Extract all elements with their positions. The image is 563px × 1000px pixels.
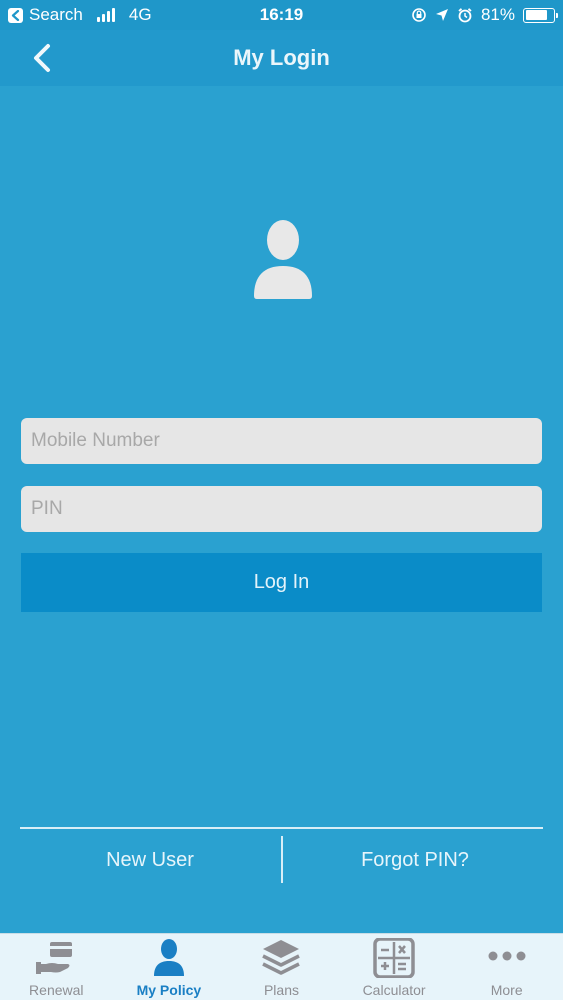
mobile-number-input[interactable]: [21, 418, 542, 464]
tab-calculator[interactable]: Calculator: [338, 934, 451, 1000]
tab-label: Calculator: [362, 982, 426, 998]
renewal-icon: [34, 938, 78, 978]
status-bar: Search 4G 16:19 81%: [0, 0, 563, 30]
calculator-icon: [372, 938, 416, 978]
links-separator: [281, 836, 283, 883]
links-divider: [20, 827, 543, 829]
back-to-app-icon[interactable]: [8, 7, 23, 23]
battery-percent: 81%: [480, 5, 515, 24]
back-to-app-label[interactable]: Search: [29, 5, 83, 25]
person-icon: [147, 938, 191, 978]
location-icon: [435, 9, 448, 21]
tab-label: Plans: [263, 982, 299, 998]
tab-plans[interactable]: Plans: [225, 934, 338, 1000]
rotation-lock-icon: [412, 8, 426, 22]
login-screen: Search 4G 16:19 81% My Login Mobile Numb…: [0, 0, 563, 1000]
alarm-icon: [458, 8, 472, 23]
tab-more[interactable]: More: [450, 934, 563, 1000]
back-button[interactable]: [30, 42, 56, 74]
new-user-link[interactable]: New User: [20, 838, 280, 882]
tab-label: More: [490, 982, 523, 998]
tab-label: Renewal: [29, 982, 84, 998]
signal-icon: [96, 8, 115, 22]
user-avatar-icon: [254, 220, 312, 299]
nav-bar: My Login: [0, 30, 563, 86]
forgot-pin-link[interactable]: Forgot PIN?: [284, 838, 546, 882]
tab-renewal[interactable]: Renewal: [0, 934, 113, 1000]
tab-my-policy[interactable]: My Policy: [113, 934, 226, 1000]
more-icon: [485, 938, 529, 978]
tab-bar: Renewal My Policy Plans Calculator More: [0, 933, 563, 1000]
network-type: 4G: [128, 5, 152, 24]
status-left: Search 4G: [8, 5, 152, 25]
layers-icon: [259, 938, 303, 978]
login-button[interactable]: Log In: [21, 553, 542, 612]
status-right: 81%: [411, 5, 558, 25]
page-title: My Login: [233, 45, 330, 70]
tab-label: My Policy: [136, 982, 202, 998]
chevron-left-icon: [34, 44, 50, 72]
battery-icon: [523, 7, 558, 23]
pin-input[interactable]: [21, 486, 542, 532]
